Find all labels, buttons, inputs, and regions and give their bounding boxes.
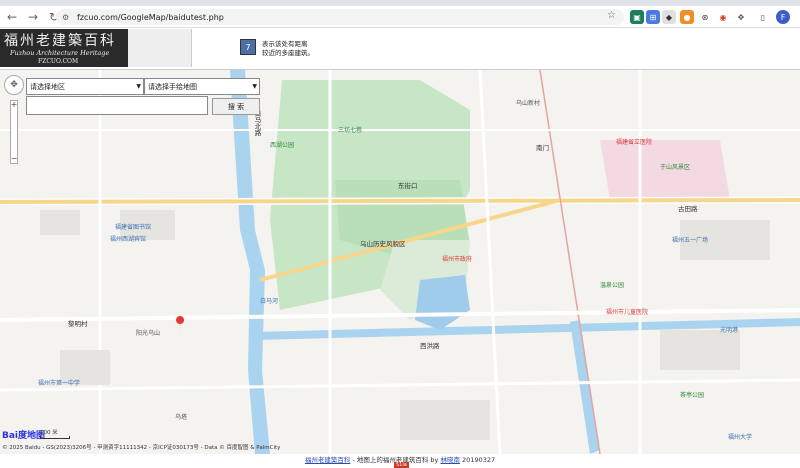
extension-icon-2[interactable]: ⊞ (646, 10, 660, 24)
zoom-out-button[interactable]: − (10, 155, 18, 163)
road-xixi (0, 308, 800, 322)
search-input[interactable] (26, 96, 208, 115)
map-label: 温泉公园 (600, 282, 625, 289)
map-label: 古田路 (678, 205, 698, 213)
legend-line-1: 表示该处有距离 (262, 40, 308, 48)
map-label: 乌山历史风貌区 (360, 240, 406, 248)
building-block (40, 210, 80, 235)
map-label: 光明港 (720, 327, 739, 334)
footer-author-link[interactable]: 林晓南 (440, 456, 460, 464)
map-label: 福州市第一中学 (38, 380, 81, 387)
map-label: 三坊七巷 (338, 127, 363, 134)
back-icon[interactable]: ← (3, 8, 21, 26)
map-label: 福州西湖宾馆 (110, 236, 147, 243)
page-header: 福州老建築百科 Fuzhou Architecture Heritage FZC… (0, 28, 800, 70)
map-label: 黎明村 (68, 320, 88, 328)
map-label: 白马河 (260, 298, 279, 305)
extension-icon-5[interactable]: ⊛ (698, 10, 712, 24)
map-label: 乌塔 (175, 414, 188, 421)
handmap-select[interactable]: 请选择手绘地图 ▼ (144, 78, 260, 95)
bookmark-star-icon[interactable]: ☆ (607, 10, 616, 21)
browser-toolbar: ← → ↻ ⚙ fzcuo.com/GoogleMap/baidutest.ph… (0, 6, 800, 28)
road-vertical-2 (478, 70, 502, 454)
map-label: 茶亭公园 (680, 392, 705, 399)
map-canvas[interactable]: 三坊七巷 乌山历史风貌区 福州市政府 古田路 白马北路 南门 黎明村 福建省立医… (0, 70, 800, 454)
footer-date: 20190327 (459, 456, 496, 464)
area-select-value: 请选择地区 (30, 82, 65, 91)
map-label: 福建省图书馆 (115, 224, 152, 231)
search-button[interactable]: 搜 索 (212, 98, 260, 115)
zoom-slider[interactable]: + − (10, 100, 18, 164)
cluster-marker-icon: 7 (240, 39, 256, 55)
site-info-icon[interactable]: ⚙ (62, 12, 72, 22)
map-label: 福建省立医院 (616, 139, 653, 146)
map-label: 福州大学 (728, 434, 753, 441)
pan-control[interactable]: ✥ (4, 75, 24, 95)
map-label: 西洪路 (420, 342, 440, 350)
extension-icon-4[interactable]: ● (680, 10, 694, 24)
extension-icon-1[interactable]: ▣ (630, 10, 644, 24)
area-select[interactable]: 请选择地区 ▼ (26, 78, 144, 95)
location-marker (176, 316, 185, 334)
address-bar[interactable]: ⚙ fzcuo.com/GoogleMap/baidutest.php ☆ (56, 9, 624, 25)
extension-icon-6[interactable]: ◉ (716, 10, 730, 24)
logo-chinese-title: 福州老建築百科 (4, 33, 116, 49)
road-horizontal-2 (0, 378, 800, 392)
zoom-in-button[interactable]: + (10, 101, 18, 109)
map-label: 福州市儿童医院 (606, 309, 649, 316)
lake (415, 275, 470, 330)
site-logo[interactable]: 福州老建築百科 Fuzhou Architecture Heritage FZC… (0, 29, 128, 67)
footer-site-link[interactable]: 福州老建築百科 (305, 456, 351, 464)
road-railway (539, 70, 601, 454)
map-label: 南门 (536, 144, 549, 152)
url-text: fzcuo.com/GoogleMap/baidutest.php (77, 12, 224, 22)
extensions-puzzle-icon[interactable]: ✥ (734, 10, 748, 24)
chevron-down-icon: ▼ (136, 83, 141, 90)
profile-avatar[interactable]: F (776, 10, 790, 24)
map-label: 东街口 (398, 182, 418, 190)
page-footer: 福州老建築百科 - 地图上的福州老建筑百科 by 林晓南 20190327 51… (0, 454, 800, 468)
logo-english-title: Fuzhou Architecture Heritage (10, 49, 110, 57)
handmap-select-value: 请选择手绘地图 (148, 82, 197, 91)
scale-bar (40, 436, 70, 439)
legend-description: 表示该处有距离 较近的多座建筑。 (262, 40, 382, 58)
forward-icon[interactable]: → (24, 8, 42, 26)
map-label: 西湖公园 (270, 142, 295, 149)
baidu-logo[interactable]: Bai度地图 (2, 428, 45, 441)
chevron-down-icon: ▼ (252, 83, 257, 90)
river-baima (230, 70, 270, 454)
map-label: 福州五一广场 (672, 237, 709, 244)
stats-badge[interactable]: 51la (394, 462, 409, 468)
header-blank-panel (128, 29, 192, 67)
sidebar-icon[interactable]: ▯ (756, 10, 770, 24)
extension-icon-3[interactable]: ◆ (662, 10, 676, 24)
river-south (570, 320, 600, 454)
map-copyright: © 2025 Baidu - GS(2023)3206号 - 甲测资字11111… (2, 445, 281, 451)
map-label: 乌山新村 (516, 100, 541, 107)
scale-label: 100 米 (40, 430, 58, 436)
logo-domain: FZCUO.COM (38, 58, 79, 65)
map-label: 于山风景区 (660, 164, 691, 171)
map-label: 福州市政府 (442, 256, 473, 263)
map-label: 阳光乌山 (136, 330, 161, 337)
legend-line-2: 较近的多座建筑。 (262, 49, 314, 57)
